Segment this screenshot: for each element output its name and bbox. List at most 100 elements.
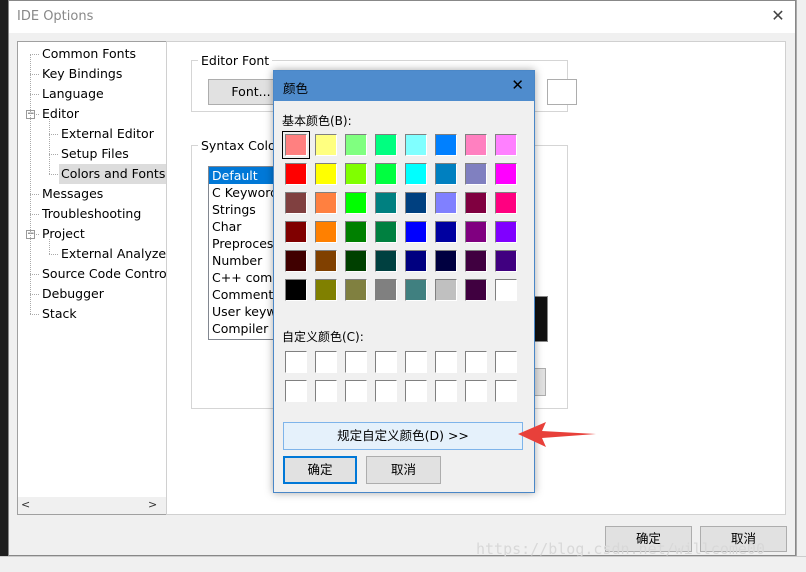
basic-color-swatch[interactable]: [315, 221, 337, 243]
custom-color-swatch[interactable]: [435, 351, 457, 373]
basic-color-swatch[interactable]: [405, 134, 427, 156]
custom-color-swatch[interactable]: [375, 351, 397, 373]
basic-color-swatch[interactable]: [285, 221, 307, 243]
color-dialog: 颜色 ✕ 基本颜色(B): 自定义颜色(C): 规定自定义颜色(D) >> 确定…: [273, 70, 535, 493]
basic-color-swatch[interactable]: [495, 134, 517, 156]
basic-color-swatch[interactable]: [345, 134, 367, 156]
basic-color-swatch[interactable]: [465, 192, 487, 214]
basic-color-swatch[interactable]: [465, 250, 487, 272]
basic-color-swatch[interactable]: [375, 221, 397, 243]
basic-color-swatch[interactable]: [285, 163, 307, 185]
basic-color-swatch[interactable]: [435, 134, 457, 156]
tree-item[interactable]: Stack: [40, 304, 81, 324]
tree-connector: [49, 134, 58, 135]
tree-item[interactable]: Source Code Control: [40, 264, 166, 284]
basic-color-swatch[interactable]: [435, 279, 457, 301]
basic-color-swatch[interactable]: [345, 163, 367, 185]
basic-color-swatch[interactable]: [495, 221, 517, 243]
custom-color-swatch[interactable]: [345, 380, 367, 402]
basic-color-swatch[interactable]: [375, 134, 397, 156]
basic-color-swatch[interactable]: [315, 192, 337, 214]
custom-color-swatch[interactable]: [345, 351, 367, 373]
background-bottom-strip: [0, 556, 806, 572]
basic-color-swatch[interactable]: [375, 163, 397, 185]
basic-color-swatch[interactable]: [405, 163, 427, 185]
basic-color-swatch[interactable]: [375, 192, 397, 214]
basic-color-swatch[interactable]: [315, 279, 337, 301]
scroll-left-icon[interactable]: <: [21, 498, 30, 511]
custom-color-swatch[interactable]: [375, 380, 397, 402]
tree-connector: [30, 274, 39, 275]
basic-color-swatch[interactable]: [465, 221, 487, 243]
custom-colors-label: 自定义颜色(C):: [282, 330, 364, 344]
basic-color-swatch[interactable]: [315, 134, 337, 156]
basic-color-swatch[interactable]: [345, 250, 367, 272]
basic-color-swatch[interactable]: [375, 279, 397, 301]
basic-color-swatch[interactable]: [315, 250, 337, 272]
tree-item[interactable]: Colors and Fonts: [59, 164, 166, 184]
background-editor-strip: [0, 0, 8, 571]
dialog-cancel-button[interactable]: 取消: [366, 456, 441, 484]
tree-item[interactable]: Project: [40, 224, 89, 244]
basic-color-swatch[interactable]: [495, 279, 517, 301]
basic-color-swatch[interactable]: [465, 163, 487, 185]
basic-color-swatch[interactable]: [282, 131, 310, 159]
basic-color-swatch[interactable]: [285, 192, 307, 214]
tree-item[interactable]: Troubleshooting: [40, 204, 145, 224]
basic-color-swatch[interactable]: [465, 134, 487, 156]
dialog-close-icon[interactable]: ✕: [511, 76, 524, 94]
basic-color-swatch[interactable]: [465, 279, 487, 301]
basic-color-swatch[interactable]: [405, 192, 427, 214]
define-custom-colors-button[interactable]: 规定自定义颜色(D) >>: [283, 422, 523, 450]
basic-color-swatch[interactable]: [405, 279, 427, 301]
scroll-right-icon[interactable]: >: [148, 498, 157, 511]
custom-color-swatch[interactable]: [495, 351, 517, 373]
tree-item[interactable]: Editor: [40, 104, 83, 124]
basic-color-swatch[interactable]: [285, 250, 307, 272]
basic-color-swatch[interactable]: [345, 221, 367, 243]
tree-branch-line: [49, 239, 50, 254]
custom-color-swatch[interactable]: [495, 380, 517, 402]
custom-color-swatch[interactable]: [315, 351, 337, 373]
custom-color-swatch[interactable]: [465, 351, 487, 373]
tree-item[interactable]: External Analyzer: [59, 244, 166, 264]
tree-item[interactable]: External Editor: [59, 124, 158, 144]
basic-color-swatch[interactable]: [495, 163, 517, 185]
window-title: IDE Options: [17, 9, 94, 24]
custom-color-swatch[interactable]: [285, 380, 307, 402]
dialog-ok-button[interactable]: 确定: [283, 456, 357, 484]
basic-color-swatch[interactable]: [345, 279, 367, 301]
basic-color-swatch[interactable]: [495, 250, 517, 272]
basic-color-swatch[interactable]: [345, 192, 367, 214]
custom-color-swatch[interactable]: [285, 351, 307, 373]
basic-color-swatch[interactable]: [435, 250, 457, 272]
basic-color-swatch[interactable]: [285, 279, 307, 301]
basic-color-swatch[interactable]: [375, 250, 397, 272]
options-tree[interactable]: < > Common Fonts Key Bindings Language Edit…: [17, 41, 167, 515]
tree-item[interactable]: Debugger: [40, 284, 108, 304]
tree-trunk-line: [30, 54, 31, 314]
tree-horizontal-scrollbar[interactable]: < >: [18, 497, 166, 514]
basic-color-swatch[interactable]: [315, 163, 337, 185]
custom-color-swatch[interactable]: [315, 380, 337, 402]
tree-item[interactable]: Language: [40, 84, 108, 104]
basic-color-swatch[interactable]: [405, 250, 427, 272]
tree-connector: [49, 254, 58, 255]
basic-color-swatch[interactable]: [435, 192, 457, 214]
tree-item[interactable]: Common Fonts: [40, 44, 140, 64]
tree-connector: [30, 314, 39, 315]
basic-color-swatch[interactable]: [435, 163, 457, 185]
basic-color-swatch[interactable]: [435, 221, 457, 243]
tree-item[interactable]: Messages: [40, 184, 107, 204]
basic-color-swatch[interactable]: [495, 192, 517, 214]
editor-font-label: Editor Font: [198, 53, 273, 68]
custom-color-swatch[interactable]: [435, 380, 457, 402]
close-icon[interactable]: ✕: [767, 5, 789, 27]
tree-item[interactable]: Setup Files: [59, 144, 133, 164]
custom-color-swatch[interactable]: [405, 351, 427, 373]
custom-color-swatch[interactable]: [465, 380, 487, 402]
basic-color-swatch[interactable]: [405, 221, 427, 243]
tree-connector: [30, 54, 39, 55]
custom-color-swatch[interactable]: [405, 380, 427, 402]
tree-item[interactable]: Key Bindings: [40, 64, 126, 84]
